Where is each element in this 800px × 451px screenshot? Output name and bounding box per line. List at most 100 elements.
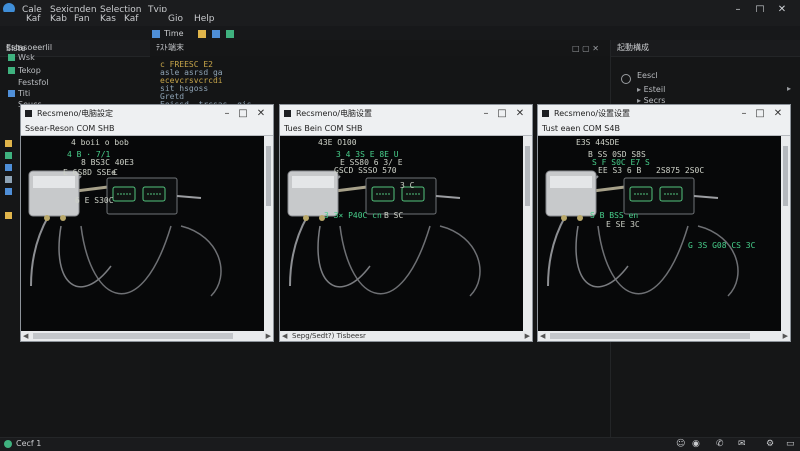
terminal-subtitle: Tues Bein COM SHB (280, 122, 532, 136)
terminal-subtitle: Tust eaen COM S4B (538, 122, 790, 136)
right-item-esteil[interactable]: ▸ Esteil (637, 85, 665, 95)
secondary-menu: Kaf Kab Fan Kas Kaf Gio Help (0, 12, 800, 26)
bluetooth-icon[interactable]: ✆ (716, 439, 724, 449)
extension-icon[interactable] (5, 140, 12, 147)
menu-kaf-2[interactable]: Kaf (124, 14, 138, 24)
explorer-toggle-icon[interactable] (152, 30, 160, 38)
settings-icon[interactable]: ⚙ (766, 439, 774, 449)
terminal-close-button[interactable]: ✕ (770, 105, 786, 122)
tree-item-titi[interactable]: Titi (8, 89, 30, 99)
connector-illustration (28, 170, 222, 297)
terminal-titlebar[interactable]: Recsmeno/设置设置 – □ ✕ (538, 105, 790, 122)
expand-arrow-icon[interactable]: ▸ (787, 84, 791, 93)
scroll-left-icon[interactable]: ◀ (23, 331, 28, 341)
terminal-line: 8 BS3C 40E3 (81, 158, 134, 167)
vertical-scrollbar[interactable] (264, 136, 273, 331)
mail-icon[interactable]: ✉ (738, 439, 746, 449)
menu-kaf[interactable]: Kaf (26, 14, 40, 24)
search-icon[interactable] (5, 176, 12, 183)
terminal-window[interactable]: Recsmeno/电脑设置 – □ ✕ Tues Bein COM SHB 43E O10… (279, 104, 533, 342)
menu-kas[interactable]: Kas (100, 14, 116, 24)
smile-icon[interactable]: ☺ (676, 439, 685, 449)
terminal-minimize-button[interactable]: – (219, 105, 235, 122)
scroll-right-icon[interactable]: ▶ (266, 331, 271, 341)
terminal-body[interactable]: E3S 44SDE B SS 0SD S8S S F S0C E7 S EE S3 6… (538, 136, 781, 331)
terminal-icon (542, 110, 549, 117)
terminal-line: 43E O100 (318, 138, 357, 147)
files-icon[interactable] (5, 188, 12, 195)
terminal-maximize-button[interactable]: □ (494, 105, 510, 122)
toolbar-tab-label[interactable]: Time (164, 29, 184, 38)
terminal-status: Sepg/Sedt?) Tisbeesr (292, 332, 366, 340)
horizontal-scrollbar[interactable]: ◀ ▶ (21, 331, 273, 341)
right-item-eescl[interactable]: Eescl (637, 71, 658, 81)
terminal-line: 2S875 2S0C (656, 166, 705, 175)
terminal-title: Recsmeno/设置设置 (554, 109, 631, 118)
scroll-right-icon[interactable]: ▶ (783, 331, 788, 341)
terminal-titlebar[interactable]: Recsmeno/电脑設定 – □ ✕ (21, 105, 273, 122)
menu-fan[interactable]: Fan (74, 14, 90, 24)
menu-help[interactable]: Help (194, 14, 215, 24)
notification-icon[interactable]: ▭ (786, 439, 795, 449)
tree-item-festsfol[interactable]: Festsfol (18, 78, 49, 88)
terminal-line: 3 C (400, 181, 415, 190)
terminal-line: E 6S8D SSEe (63, 168, 116, 177)
terminal-close-button[interactable]: ✕ (253, 105, 269, 122)
terminal-close-button[interactable]: ✕ (512, 105, 528, 122)
folder-icon[interactable] (198, 30, 206, 38)
tree-item-wsk[interactable]: Wsk (8, 53, 35, 63)
scrollbar-thumb[interactable] (783, 146, 788, 206)
vertical-scrollbar[interactable] (781, 136, 790, 331)
debug-icon[interactable] (5, 164, 12, 171)
menu-gio[interactable]: Gio (168, 14, 183, 24)
menu-kab[interactable]: Kab (50, 14, 67, 24)
terminal-line: EE S3 6 B (598, 166, 642, 175)
warning-icon[interactable] (5, 212, 12, 219)
scrollbar-thumb[interactable] (550, 333, 750, 339)
editor-title: ﾃｽﾄ端末 (150, 40, 610, 56)
scrollbar-thumb[interactable] (525, 146, 530, 206)
terminal-body[interactable]: 4 boii o bob 4 B · 7/1 8 BS3C 40E3 E 6S8D S… (21, 136, 264, 331)
terminal-minimize-button[interactable]: – (736, 105, 752, 122)
search-icon[interactable] (621, 74, 631, 84)
terminal-subtitle: Ssear-Reson COM SHB (21, 122, 273, 136)
horizontal-scrollbar[interactable]: ◀ ▶ (538, 331, 790, 341)
scrollbar-thumb[interactable] (33, 333, 233, 339)
remote-icon[interactable] (4, 440, 12, 448)
horizontal-scrollbar[interactable]: ◀ ▶ Sepg/Sedt?) Tisbeesr (280, 331, 532, 341)
scroll-right-icon[interactable]: ▶ (525, 331, 530, 341)
terminal-icon (284, 110, 291, 117)
folder-blue-icon (8, 90, 15, 97)
terminal-window[interactable]: Recsmeno/设置设置 – □ ✕ Tust eaen COM S4B E3S 44S… (537, 104, 791, 342)
terminal-title: Recsmeno/电脑設定 (37, 109, 114, 118)
terminal-line: C (113, 168, 118, 177)
save-icon[interactable] (212, 30, 220, 38)
terminal-line: S B BSS en (590, 211, 639, 220)
status-bar: Cecf 1 ☺ ◉ ✆ ✉ ⚙ ▭ (0, 437, 800, 451)
terminal-line: GSCD SSSO 570 (334, 166, 397, 175)
bell-icon[interactable]: ◉ (692, 439, 700, 449)
run-icon[interactable] (226, 30, 234, 38)
terminal-line: G 3S G08 CS 3C (688, 241, 756, 250)
terminal-title: Recsmeno/电脑设置 (296, 109, 373, 118)
right-panel-header: 起動構成 (611, 40, 800, 57)
terminal-maximize-button[interactable]: □ (235, 105, 251, 122)
terminal-window[interactable]: Recsmeno/电脑設定 – □ ✕ Ssear-Reson COM SHB 4 boi… (20, 104, 274, 342)
vertical-scrollbar[interactable] (523, 136, 532, 331)
terminal-minimize-button[interactable]: – (478, 105, 494, 122)
scrollbar-thumb[interactable] (266, 146, 271, 206)
terminal-line: B SC (384, 211, 404, 220)
folder-green-icon (8, 67, 15, 74)
folder-green-icon (8, 54, 15, 61)
activity-bar (0, 140, 18, 230)
terminal-body[interactable]: 43E O100 3 4 3S E 8E UE SS80 6 3/ E GSCD S… (280, 136, 523, 331)
status-left[interactable]: Cecf 1 (16, 439, 41, 448)
editor-actions[interactable]: □ ▢ ✕ (572, 44, 602, 54)
source-control-icon[interactable] (5, 152, 12, 159)
scroll-left-icon[interactable]: ◀ (540, 331, 545, 341)
scroll-left-icon[interactable]: ◀ (282, 331, 287, 341)
tree-item-tekop[interactable]: Tekop (8, 66, 41, 76)
terminal-titlebar[interactable]: Recsmeno/电脑设置 – □ ✕ (280, 105, 532, 122)
terminal-maximize-button[interactable]: □ (752, 105, 768, 122)
terminal-line: E3S 44SDE (576, 138, 620, 147)
